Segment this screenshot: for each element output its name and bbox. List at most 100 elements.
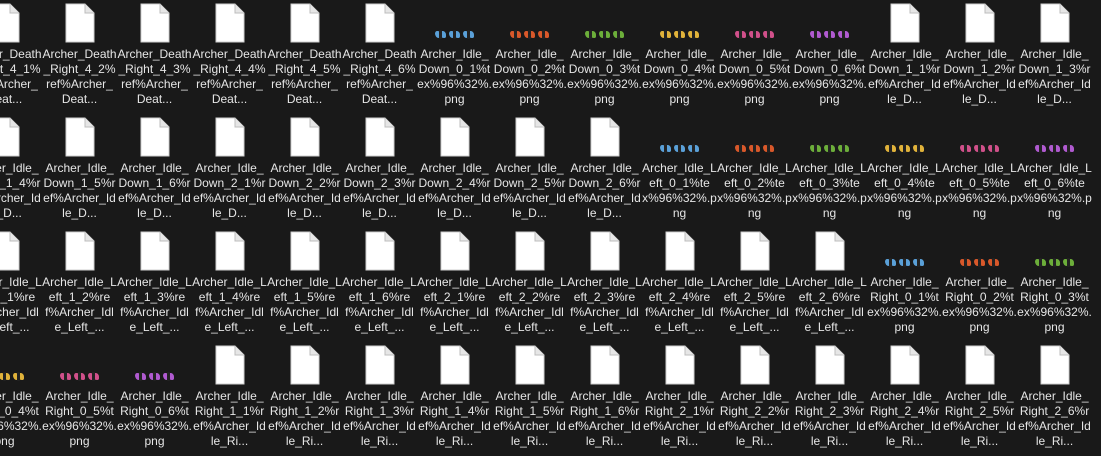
file-item[interactable]: Archer_Idle_Down_1_4%ref%Archer_Idle_D..… [0,114,42,228]
file-item[interactable]: Archer_Idle_Left_1_4%ref%Archer_Idle_Lef… [192,228,267,342]
file-item[interactable]: Archer_Idle_Right_2_2%ref%Archer_Idle_Ri… [717,342,792,456]
sprite-thumbnail [1017,144,1092,153]
file-item[interactable]: Archer_Idle_Right_1_3%ref%Archer_Idle_Ri… [342,342,417,456]
file-thumbnail [942,228,1017,274]
document-icon [140,3,170,43]
archer-sprite-icon [0,372,10,381]
file-thumbnail [117,114,192,160]
file-thumbnail [492,0,567,46]
file-item[interactable]: Archer_Idle_Left_1_6%ref%Archer_Idle_Lef… [342,228,417,342]
file-item[interactable]: Archer_Idle_Left_2_1%ref%Archer_Idle_Lef… [417,228,492,342]
file-item[interactable]: Archer_Idle_Down_2_5%ref%Archer_Idle_D..… [492,114,567,228]
document-icon [515,345,545,385]
file-item[interactable]: Archer_Idle_Left_0_6%tex%96%32%.png [1017,114,1092,228]
file-thumbnail [642,342,717,388]
file-item[interactable]: Archer_Idle_Down_0_1%tex%96%32%.png [417,0,492,114]
file-item[interactable]: Archer_Death_Right_4_3%ref%Archer_Deat..… [117,0,192,114]
file-item[interactable]: Archer_Idle_Left_2_4%ref%Archer_Idle_Lef… [642,228,717,342]
archer-sprite-icon [524,30,535,39]
file-item[interactable]: Archer_Idle_Down_0_6%tex%96%32%.png [792,0,867,114]
file-item[interactable]: Archer_Idle_Right_2_6%ref%Archer_Idle_Ri… [1017,342,1092,456]
file-item[interactable]: Archer_Idle_Down_2_3%ref%Archer_Idle_D..… [342,114,417,228]
file-item[interactable]: Archer_Idle_Down_0_4%tex%96%32%.png [642,0,717,114]
file-item[interactable]: Archer_Death_Right_4_5%ref%Archer_Deat..… [267,0,342,114]
file-item[interactable]: Archer_Idle_Right_0_1%tex%96%32%.png [867,228,942,342]
file-item[interactable]: Archer_Idle_Down_1_6%ref%Archer_Idle_D..… [117,114,192,228]
file-item[interactable]: Archer_Idle_Right_2_4%ref%Archer_Idle_Ri… [867,342,942,456]
archer-sprite-icon [899,258,910,267]
file-item[interactable]: Archer_Idle_Left_0_4%tex%96%32%.png [867,114,942,228]
file-item[interactable]: Archer_Idle_Down_1_1%ref%Archer_Idle_D..… [867,0,942,114]
file-item[interactable]: Archer_Idle_Left_0_1%tex%96%32%.png [642,114,717,228]
file-item[interactable]: Archer_Idle_Right_0_2%tex%96%32%.png [942,228,1017,342]
file-item[interactable]: Archer_Idle_Right_0_3%tex%96%32%.png [1017,228,1092,342]
archer-sprite-icon [885,258,896,267]
document-icon [140,117,170,157]
file-thumbnail [942,114,1017,160]
file-item[interactable]: Archer_Idle_Right_1_4%ref%Archer_Idle_Ri… [417,342,492,456]
file-name-label: Archer_Idle_Down_2_2%ref%Archer_Idle_D..… [268,161,341,220]
file-thumbnail [342,0,417,46]
file-thumbnail [867,114,942,160]
sprite-thumbnail [867,258,942,267]
file-item[interactable]: Archer_Idle_Left_2_3%ref%Archer_Idle_Lef… [567,228,642,342]
archer-sprite-icon [974,258,985,267]
file-item[interactable]: Archer_Idle_Right_1_5%ref%Archer_Idle_Ri… [492,342,567,456]
file-item[interactable]: Archer_Death_Right_4_2%ref%Archer_Deat..… [42,0,117,114]
file-item[interactable]: Archer_Idle_Right_1_1%ref%Archer_Idle_Ri… [192,342,267,456]
file-name-label: Archer_Idle_Down_2_6%ref%Archer_Idle_D..… [568,161,641,220]
file-thumbnail [867,0,942,46]
file-item[interactable]: Archer_Death_Right_4_6%ref%Archer_Deat..… [342,0,417,114]
file-item[interactable]: Archer_Idle_Down_2_2%ref%Archer_Idle_D..… [267,114,342,228]
document-icon [890,345,920,385]
file-item[interactable]: Archer_Idle_Down_0_2%tex%96%32%.png [492,0,567,114]
file-thumbnail [42,0,117,46]
file-item[interactable]: Archer_Death_Right_4_4%ref%Archer_Deat..… [192,0,267,114]
file-item[interactable]: Archer_Idle_Right_1_2%ref%Archer_Idle_Ri… [267,342,342,456]
file-thumbnail [417,0,492,46]
file-item[interactable]: Archer_Idle_Right_1_6%ref%Archer_Idle_Ri… [567,342,642,456]
file-item[interactable]: Archer_Idle_Left_0_3%tex%96%32%.png [792,114,867,228]
file-item[interactable]: Archer_Idle_Down_1_2%ref%Archer_Idle_D..… [942,0,1017,114]
file-name-label: Archer_Idle_Left_2_6%ref%Archer_Idle_Lef… [792,275,867,334]
file-item[interactable]: Archer_Idle_Left_1_5%ref%Archer_Idle_Lef… [267,228,342,342]
file-thumbnail [117,342,192,388]
file-thumbnail [717,0,792,46]
file-item[interactable]: Archer_Idle_Right_0_6%tex%96%32%.png [117,342,192,456]
file-name-label: Archer_Death_Right_4_6%ref%Archer_Deat..… [342,47,417,106]
file-item[interactable]: Archer_Idle_Right_2_3%ref%Archer_Idle_Ri… [792,342,867,456]
archer-sprite-icon [735,30,746,39]
file-item[interactable]: Archer_Idle_Right_2_5%ref%Archer_Idle_Ri… [942,342,1017,456]
file-name-label: Archer_Idle_Left_2_2%ref%Archer_Idle_Lef… [492,275,567,334]
file-name-label: Archer_Idle_Left_2_4%ref%Archer_Idle_Lef… [642,275,717,334]
file-item[interactable]: Archer_Idle_Left_0_2%tex%96%32%.png [717,114,792,228]
file-item[interactable]: Archer_Idle_Down_2_4%ref%Archer_Idle_D..… [417,114,492,228]
file-item[interactable]: Archer_Idle_Down_1_5%ref%Archer_Idle_D..… [42,114,117,228]
file-item[interactable]: Archer_Idle_Down_2_1%ref%Archer_Idle_D..… [192,114,267,228]
file-item[interactable]: Archer_Idle_Down_2_6%ref%Archer_Idle_D..… [567,114,642,228]
file-thumbnail [567,0,642,46]
archer-sprite-icon [885,144,896,153]
file-item[interactable]: Archer_Idle_Left_1_3%ref%Archer_Idle_Lef… [117,228,192,342]
file-item[interactable]: Archer_Idle_Left_1_2%ref%Archer_Idle_Lef… [42,228,117,342]
file-name-label: Archer_Death_Right_4_3%ref%Archer_Deat..… [117,47,192,106]
file-item[interactable]: Archer_Idle_Left_1_1%ref%Archer_Idle_Lef… [0,228,42,342]
archer-sprite-icon [824,144,835,153]
file-item[interactable]: Archer_Idle_Left_0_5%tex%96%32%.png [942,114,1017,228]
file-item[interactable]: Archer_Idle_Down_1_3%ref%Archer_Idle_D..… [1017,0,1092,114]
file-thumbnail [867,228,942,274]
file-thumbnail [1017,342,1092,388]
file-thumbnail [0,342,42,388]
file-item[interactable]: Archer_Idle_Down_0_5%tex%96%32%.png [717,0,792,114]
document-icon [1040,3,1070,43]
file-item[interactable]: Archer_Idle_Right_0_4%tex%96%32%.png [0,342,42,456]
file-thumbnail [0,0,42,46]
file-name-label: Archer_Idle_Right_1_2%ref%Archer_Idle_Ri… [268,389,341,448]
file-item[interactable]: Archer_Idle_Down_0_3%tex%96%32%.png [567,0,642,114]
file-item[interactable]: Archer_Idle_Right_2_1%ref%Archer_Idle_Ri… [642,342,717,456]
file-item[interactable]: Archer_Idle_Right_0_5%tex%96%32%.png [42,342,117,456]
file-item[interactable]: Archer_Idle_Left_2_2%ref%Archer_Idle_Lef… [492,228,567,342]
file-item[interactable]: Archer_Idle_Left_2_6%ref%Archer_Idle_Lef… [792,228,867,342]
file-item[interactable]: Archer_Death_Right_4_1%ref%Archer_Deat..… [0,0,42,114]
file-item[interactable]: Archer_Idle_Left_2_5%ref%Archer_Idle_Lef… [717,228,792,342]
